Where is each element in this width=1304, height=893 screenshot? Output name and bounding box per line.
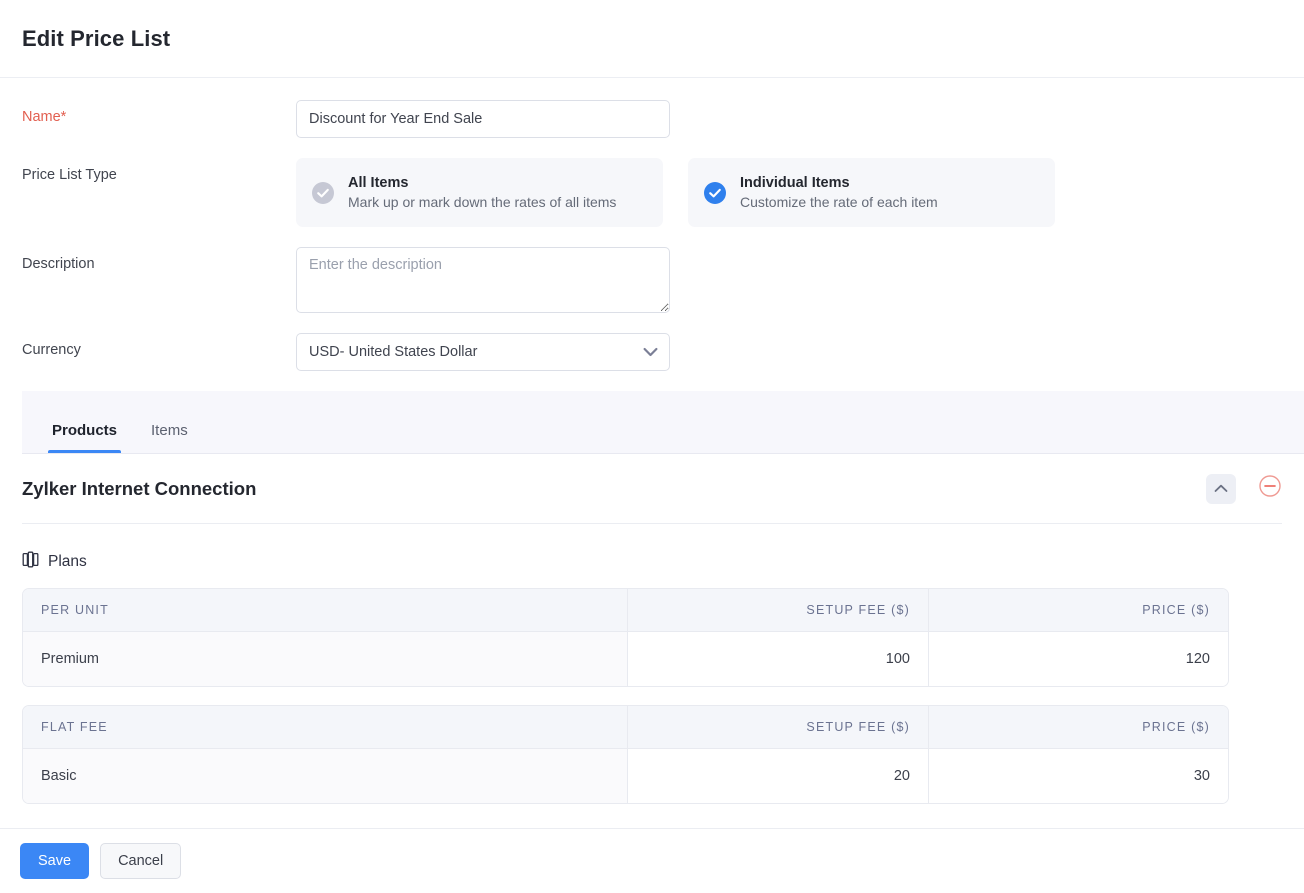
plan-price[interactable]: 30: [928, 749, 1228, 803]
description-label: Description: [22, 247, 296, 272]
plan-setup-fee[interactable]: 20: [627, 749, 928, 803]
box-icon: [22, 551, 39, 573]
table-body: Basic 20 30: [23, 749, 1228, 803]
option-title: All Items: [348, 175, 616, 191]
description-textarea[interactable]: [296, 247, 670, 313]
plans-table-per-unit: PER UNIT SETUP FEE ($) PRICE ($) Premium…: [22, 588, 1229, 687]
option-subtitle: Mark up or mark down the rates of all it…: [348, 194, 616, 210]
table-row: Basic 20 30: [23, 749, 1228, 803]
plan-name: Premium: [23, 632, 627, 686]
page-title: Edit Price List: [22, 26, 170, 52]
column-header-price: PRICE ($): [928, 706, 1228, 749]
table-header: PER UNIT SETUP FEE ($) PRICE ($): [23, 589, 1228, 632]
form-action-bar: Save Cancel: [0, 828, 1304, 893]
table-header: FLAT FEE SETUP FEE ($) PRICE ($): [23, 706, 1228, 749]
table-body: Premium 100 120: [23, 632, 1228, 686]
save-button[interactable]: Save: [20, 843, 89, 879]
column-header-per-unit: PER UNIT: [23, 589, 627, 632]
name-control: [296, 100, 1282, 138]
tab-products[interactable]: Products: [48, 422, 121, 453]
price-list-form: Name* Price List Type: [0, 78, 1304, 371]
minus-circle-icon: [1259, 475, 1281, 502]
price-list-type-option-text: All Items Mark up or mark down the rates…: [348, 175, 616, 210]
currency-control: USD- United States Dollar: [296, 333, 1282, 371]
column-header-price: PRICE ($): [928, 589, 1228, 632]
plan-setup-fee[interactable]: 100: [627, 632, 928, 686]
price-list-type-option-text: Individual Items Customize the rate of e…: [740, 175, 938, 210]
name-label: Name*: [22, 100, 296, 125]
page-header: Edit Price List: [0, 0, 1304, 78]
name-input[interactable]: [296, 100, 670, 138]
currency-select[interactable]: USD- United States Dollar: [296, 333, 670, 371]
form-row-name: Name*: [22, 100, 1282, 138]
product-header: Zylker Internet Connection: [22, 454, 1282, 524]
column-header-flat-fee: FLAT FEE: [23, 706, 627, 749]
price-list-type-control: All Items Mark up or mark down the rates…: [296, 158, 1282, 227]
plans-group-label-text: Plans: [48, 553, 87, 571]
column-header-setup-fee: SETUP FEE ($): [627, 589, 928, 632]
plans-group-label: Plans: [22, 551, 1282, 573]
check-circle-icon: [704, 182, 726, 204]
page-scroll-region[interactable]: Edit Price List Name* Price List Type: [0, 0, 1304, 828]
chevron-up-icon: [1214, 481, 1228, 496]
option-title: Individual Items: [740, 175, 938, 191]
price-list-type-option-all-items[interactable]: All Items Mark up or mark down the rates…: [296, 158, 663, 227]
price-list-type-options: All Items Mark up or mark down the rates…: [296, 158, 1055, 227]
product-name: Zylker Internet Connection: [22, 478, 256, 500]
price-list-type-option-individual-items[interactable]: Individual Items Customize the rate of e…: [688, 158, 1055, 227]
form-row-currency: Currency USD- United States Dollar: [22, 333, 1282, 371]
collapse-product-button[interactable]: [1206, 474, 1236, 504]
description-control: [296, 247, 1282, 313]
plan-name: Basic: [23, 749, 627, 803]
table-header-row: PER UNIT SETUP FEE ($) PRICE ($): [23, 589, 1228, 632]
plans-table-flat-fee: FLAT FEE SETUP FEE ($) PRICE ($) Basic 2…: [22, 705, 1229, 804]
product-items-tabs: Products Items: [22, 391, 1304, 454]
column-header-setup-fee: SETUP FEE ($): [627, 706, 928, 749]
product-block: Zylker Internet Connection: [0, 454, 1304, 804]
check-circle-icon: [312, 182, 334, 204]
plan-price[interactable]: 120: [928, 632, 1228, 686]
cancel-button[interactable]: Cancel: [100, 843, 181, 879]
currency-label: Currency: [22, 333, 296, 358]
table-header-row: FLAT FEE SETUP FEE ($) PRICE ($): [23, 706, 1228, 749]
table-row: Premium 100 120: [23, 632, 1228, 686]
price-list-type-label: Price List Type: [22, 158, 296, 183]
currency-select-wrap: USD- United States Dollar: [296, 333, 670, 371]
form-row-price-list-type: Price List Type All Items Mark up or mar…: [22, 158, 1282, 227]
product-actions: [1206, 474, 1282, 504]
form-row-description: Description: [22, 247, 1282, 313]
remove-product-button[interactable]: [1258, 477, 1282, 501]
tab-items[interactable]: Items: [147, 422, 192, 453]
option-subtitle: Customize the rate of each item: [740, 194, 938, 210]
